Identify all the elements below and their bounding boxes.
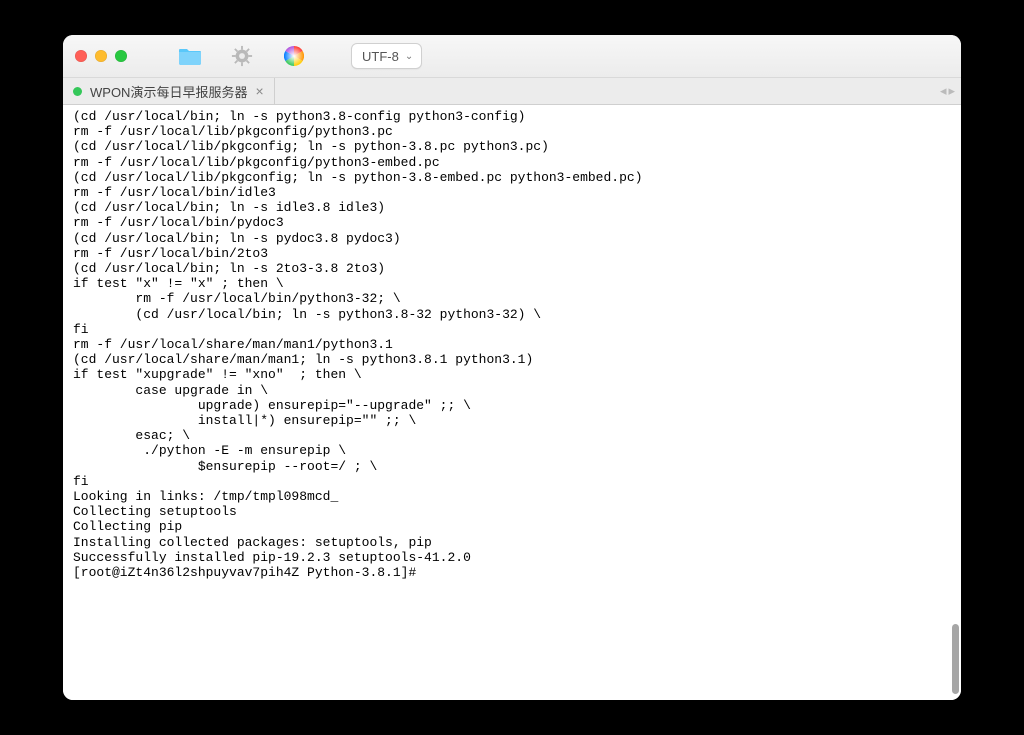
folder-button[interactable] xyxy=(175,41,205,71)
terminal-output[interactable]: (cd /usr/local/bin; ln -s python3.8-conf… xyxy=(63,105,961,700)
tab-session-0[interactable]: WPON演示每日早报服务器 × xyxy=(63,78,275,104)
color-button[interactable] xyxy=(279,41,309,71)
folder-icon xyxy=(178,46,202,66)
tab-title: WPON演示每日早报服务器 xyxy=(90,82,247,101)
tab-overflow-arrows[interactable]: ◂ ▸ xyxy=(940,78,961,104)
close-tab-icon[interactable]: × xyxy=(255,84,263,98)
close-button[interactable] xyxy=(75,50,87,62)
color-wheel-icon xyxy=(284,46,304,66)
titlebar: UTF-8 ⌄ xyxy=(63,35,961,78)
chevron-left-icon: ◂ xyxy=(940,83,947,99)
status-dot-icon xyxy=(73,87,82,96)
scrollbar-thumb[interactable] xyxy=(952,624,959,694)
tab-bar: WPON演示每日早报服务器 × ◂ ▸ xyxy=(63,78,961,105)
chevron-down-icon: ⌄ xyxy=(405,51,413,62)
zoom-button[interactable] xyxy=(115,50,127,62)
gear-icon xyxy=(231,45,253,67)
traffic-lights xyxy=(75,50,127,62)
encoding-select-label: UTF-8 xyxy=(362,49,399,64)
terminal-area: (cd /usr/local/bin; ln -s python3.8-conf… xyxy=(63,105,961,700)
terminal-window: UTF-8 ⌄ WPON演示每日早报服务器 × ◂ ▸ (cd /usr/loc… xyxy=(63,35,961,700)
minimize-button[interactable] xyxy=(95,50,107,62)
encoding-select[interactable]: UTF-8 ⌄ xyxy=(351,43,422,69)
settings-button[interactable] xyxy=(227,41,257,71)
chevron-right-icon: ▸ xyxy=(948,83,955,99)
